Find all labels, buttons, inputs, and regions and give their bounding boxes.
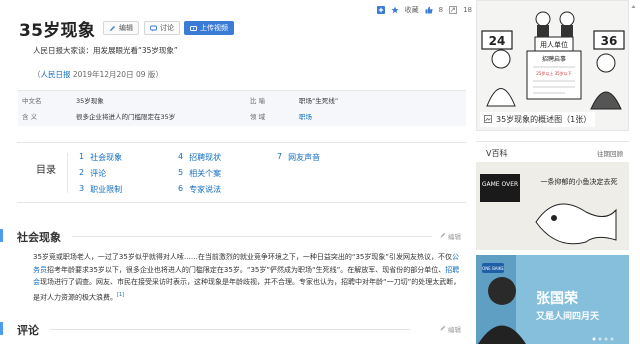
para-text: 招考年龄要求35岁以下，很多企业也将进人的门槛限定在35岁。“35岁”俨然成为职… [47, 265, 446, 274]
video-icon [190, 25, 197, 32]
toc-item[interactable]: 3 职业限制 [79, 184, 122, 195]
upload-label: 上传视频 [200, 24, 228, 32]
section-marker [0, 322, 3, 335]
vbaike-title: V百科 [486, 149, 508, 158]
thumbs-up-icon[interactable] [425, 6, 433, 14]
toc-item[interactable]: 2 评论 [79, 168, 106, 179]
toc-number: 3 [79, 184, 85, 193]
section-edit-button[interactable]: 编辑 [440, 324, 461, 334]
info-value: 职场“生死线” [299, 96, 339, 105]
portrait-illustration: ONE BAIKE 张国荣 又是人间四月天 [476, 255, 629, 344]
info-row: 含 义 很多企业将进人的门槛限定在35岁 领 域 职场 [18, 108, 466, 123]
cartoon-left-age: 24 [489, 34, 506, 48]
source-prefix: （ [33, 70, 41, 79]
vbaike-card-leslie[interactable]: ONE BAIKE 张国荣 又是人间四月天 [476, 255, 629, 344]
pencil-icon [440, 232, 446, 240]
source-suffix: 09 版） [135, 70, 163, 79]
share-count: 18 [463, 6, 472, 14]
one-baike-tag: ONE BAIKE [482, 266, 504, 271]
source-date: 2019年12月20日 [72, 70, 134, 79]
comment-button[interactable]: 讨论 [144, 21, 180, 35]
cartoon-sign: 用人单位 [540, 40, 568, 49]
reference-link[interactable]: [1] [117, 292, 124, 298]
upload-video-button[interactable]: 上传视频 [184, 21, 234, 35]
info-key: 含 义 [22, 112, 38, 121]
info-value: 35岁现象 [76, 96, 104, 105]
info-value: 很多企业将进人的门槛限定在35岁 [76, 112, 176, 121]
section-edit-label: 编辑 [448, 326, 461, 334]
section-divider [50, 329, 410, 330]
toc-number: 2 [79, 168, 85, 177]
toc-item[interactable]: 5 相关个案 [178, 168, 221, 179]
vbaike-more-link[interactable]: 往期回顾 [597, 148, 623, 158]
vbaike-card-fish[interactable]: GAME OVER 一条抑郁的小鱼决定去死 [476, 162, 629, 250]
toc-item[interactable]: 4 招聘现状 [178, 152, 221, 163]
toc-label: 招聘现状 [189, 153, 222, 162]
toc-number: 7 [277, 152, 283, 161]
info-value-link[interactable]: 职场 [299, 111, 312, 121]
card2-subtitle: 又是人间四月天 [535, 310, 600, 322]
section-divider [72, 236, 432, 237]
para-text: 35岁竞或职场老人，一过了35岁似乎就得对人嗦……在当前激烈的就业竞争环境之下，… [33, 253, 452, 261]
like-count: 8 [438, 6, 444, 14]
info-key: 中文名 [22, 96, 42, 105]
toc-number: 5 [178, 168, 184, 177]
section-title-comment: 评论 [17, 324, 39, 337]
page-title: 35岁现象 [19, 21, 96, 41]
toc-item[interactable]: 1 社会现象 [79, 152, 122, 163]
source-link[interactable]: 人民日报 [41, 70, 71, 79]
card2-name: 张国荣 [536, 290, 579, 307]
toc-label: 职业限制 [90, 185, 123, 194]
table-of-contents: 目录 1 社会现象 2 评论 3 职业限制 4 招聘现状 5 相关个案 6 专家说法 7 网友… [17, 142, 466, 203]
toc-label: 网友声音 [288, 153, 321, 162]
top-action-bar: 收藏 8 18 [376, 5, 472, 15]
share-icon[interactable] [449, 6, 457, 14]
section-edit-label: 编辑 [448, 233, 461, 241]
toc-label: 专家说法 [189, 185, 222, 194]
toc-number: 4 [178, 152, 184, 161]
section-title-social: 社会现象 [17, 231, 61, 244]
info-row: 中文名 35岁现象 比 喻 职场“生死线” [18, 92, 466, 107]
edit-button[interactable]: 编辑 [103, 21, 139, 35]
source-line: （人民日报 2019年12月20日 09 版） [33, 69, 163, 80]
toc-number: 6 [178, 184, 184, 193]
cartoon-notice: 25岁以上 35岁以下 [536, 70, 571, 76]
vbaike-header: V百科 往期回顾 [476, 141, 629, 161]
section-paragraph: 35岁竞或职场老人，一过了35岁似乎就得对人嗦……在当前激烈的就业竞争环境之下，… [33, 251, 465, 304]
comment-icon [150, 25, 157, 32]
toc-label: 相关个案 [189, 169, 222, 178]
section-edit-button[interactable]: 编辑 [440, 231, 461, 241]
summary-image-caption[interactable]: 35岁现象的概述图（1张） [480, 112, 596, 127]
info-key: 领 域 [250, 112, 266, 121]
edit-label: 编辑 [119, 24, 133, 32]
basic-info-table: 中文名 35岁现象 比 喻 职场“生死线” 含 义 很多企业将进人的门槛限定在3… [18, 90, 466, 126]
toc-number: 1 [79, 152, 85, 161]
comment-label: 讨论 [160, 24, 174, 32]
star-icon[interactable] [391, 6, 399, 14]
subtitle: 人民日报大家谈：用发展眼光看“35岁现象” [33, 46, 178, 55]
card1-title: 一条抑郁的小鱼决定去死 [541, 177, 618, 186]
cartoon-right-age: 36 [601, 34, 618, 48]
toc-label: 评论 [90, 169, 107, 178]
toc-label: 社会现象 [90, 153, 123, 162]
para-text: 现场进行了调查。网友、市民在接受采访时表示，这种现象是年龄歧视，并不合理。专家也… [33, 278, 461, 302]
fish-illustration: GAME OVER 一条抑郁的小鱼决定去死 [476, 162, 629, 250]
toc-item[interactable]: 7 网友声音 [277, 152, 320, 163]
collect-label[interactable]: 收藏 [405, 5, 419, 15]
section-marker [0, 229, 3, 242]
info-key: 比 喻 [250, 96, 266, 105]
toc-item[interactable]: 6 专家说法 [178, 184, 221, 195]
game-over-text: GAME OVER [482, 181, 518, 188]
pencil-icon [109, 25, 116, 32]
scroll-up-icon[interactable] [631, 3, 636, 8]
caption-text: 35岁现象的概述图（1张） [496, 115, 592, 124]
gallery-icon [484, 114, 492, 125]
pencil-icon [440, 325, 446, 333]
toc-title: 目录 [36, 165, 56, 176]
toc-divider [67, 153, 68, 193]
add-icon[interactable] [376, 6, 385, 14]
cartoon-banner: 招聘启事 [542, 55, 566, 63]
